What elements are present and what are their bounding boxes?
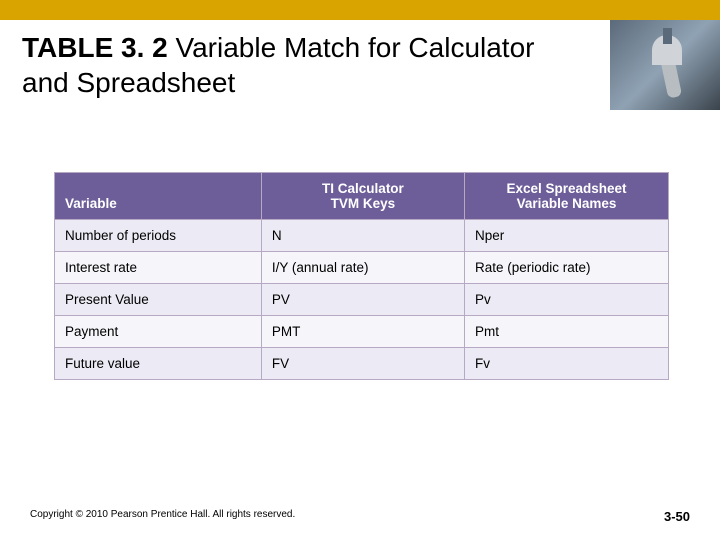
slide: TABLE 3. 2 Variable Match for Calculator… — [0, 0, 720, 540]
cell-variable: Number of periods — [55, 220, 262, 252]
page-number: 3-50 — [664, 509, 690, 524]
cell-ti: FV — [261, 348, 464, 380]
table-header-row: Variable TI Calculator TVM Keys Excel Sp… — [55, 173, 669, 220]
th-variable: Variable — [55, 173, 262, 220]
wrench-image — [610, 20, 720, 110]
cell-ti: PMT — [261, 316, 464, 348]
title-bold: TABLE 3. 2 — [22, 32, 168, 63]
table-row: Present Value PV Pv — [55, 284, 669, 316]
cell-ti: N — [261, 220, 464, 252]
table-row: Payment PMT Pmt — [55, 316, 669, 348]
cell-excel: Nper — [464, 220, 668, 252]
copyright-text: Copyright © 2010 Pearson Prentice Hall. … — [30, 509, 295, 520]
th-ti: TI Calculator TVM Keys — [261, 173, 464, 220]
wrench-icon — [630, 30, 700, 100]
table-row: Future value FV Fv — [55, 348, 669, 380]
table-row: Number of periods N Nper — [55, 220, 669, 252]
cell-variable: Payment — [55, 316, 262, 348]
cell-excel: Fv — [464, 348, 668, 380]
cell-excel: Pmt — [464, 316, 668, 348]
cell-variable: Present Value — [55, 284, 262, 316]
top-accent-bar — [0, 0, 720, 20]
cell-ti: PV — [261, 284, 464, 316]
cell-excel: Rate (periodic rate) — [464, 252, 668, 284]
cell-variable: Interest rate — [55, 252, 262, 284]
slide-title: TABLE 3. 2 Variable Match for Calculator… — [22, 30, 562, 100]
table-row: Interest rate I/Y (annual rate) Rate (pe… — [55, 252, 669, 284]
cell-excel: Pv — [464, 284, 668, 316]
th-excel: Excel Spreadsheet Variable Names — [464, 173, 668, 220]
cell-variable: Future value — [55, 348, 262, 380]
variable-match-table: Variable TI Calculator TVM Keys Excel Sp… — [54, 172, 669, 380]
cell-ti: I/Y (annual rate) — [261, 252, 464, 284]
